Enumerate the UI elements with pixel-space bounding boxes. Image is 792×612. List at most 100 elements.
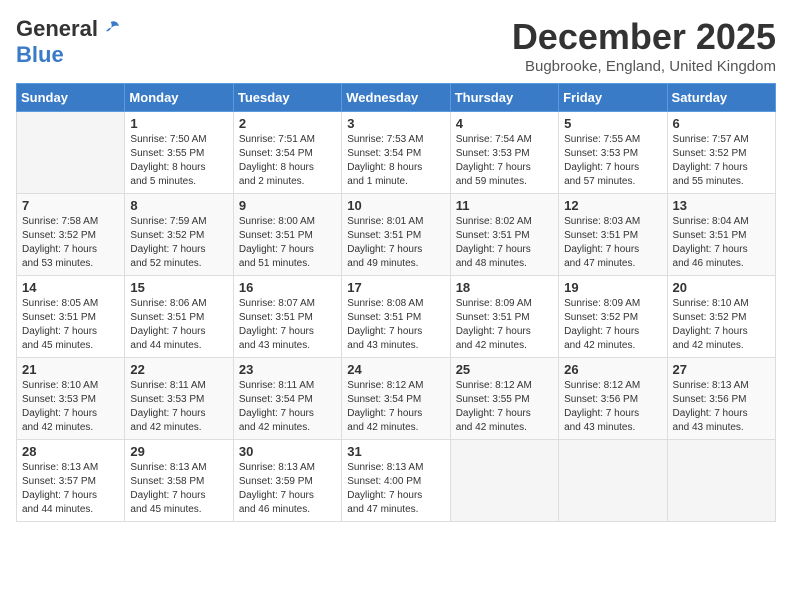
day-cell: 7 Sunrise: 7:58 AM Sunset: 3:52 PM Daylig… xyxy=(17,194,125,276)
day-info: Sunrise: 7:55 AM Sunset: 3:53 PM Dayligh… xyxy=(564,133,661,189)
day-number: 5 xyxy=(564,116,661,131)
page-header: General Blue December 2025 Bugbrooke, En… xyxy=(16,16,776,75)
day-number: 13 xyxy=(673,198,770,213)
day-number: 24 xyxy=(347,362,444,377)
day-info: Sunrise: 8:09 AM Sunset: 3:51 PM Dayligh… xyxy=(456,297,553,353)
day-info: Sunrise: 8:10 AM Sunset: 3:52 PM Dayligh… xyxy=(673,297,770,353)
month-title: December 2025 xyxy=(512,16,776,58)
calendar-table: SundayMondayTuesdayWednesdayThursdayFrid… xyxy=(16,83,776,522)
day-number: 4 xyxy=(456,116,553,131)
day-cell: 18 Sunrise: 8:09 AM Sunset: 3:51 PM Dayli… xyxy=(450,276,558,358)
day-cell: 9 Sunrise: 8:00 AM Sunset: 3:51 PM Daylig… xyxy=(233,194,341,276)
day-number: 26 xyxy=(564,362,661,377)
day-cell: 13 Sunrise: 8:04 AM Sunset: 3:51 PM Dayli… xyxy=(667,194,775,276)
weekday-header-tuesday: Tuesday xyxy=(233,84,341,112)
day-cell: 5 Sunrise: 7:55 AM Sunset: 3:53 PM Daylig… xyxy=(559,112,667,194)
day-info: Sunrise: 7:59 AM Sunset: 3:52 PM Dayligh… xyxy=(130,215,227,271)
day-cell: 26 Sunrise: 8:12 AM Sunset: 3:56 PM Dayli… xyxy=(559,358,667,440)
day-info: Sunrise: 8:03 AM Sunset: 3:51 PM Dayligh… xyxy=(564,215,661,271)
day-cell: 10 Sunrise: 8:01 AM Sunset: 3:51 PM Dayli… xyxy=(342,194,450,276)
day-cell: 17 Sunrise: 8:08 AM Sunset: 3:51 PM Dayli… xyxy=(342,276,450,358)
day-cell: 22 Sunrise: 8:11 AM Sunset: 3:53 PM Dayli… xyxy=(125,358,233,440)
day-number: 8 xyxy=(130,198,227,213)
day-info: Sunrise: 7:58 AM Sunset: 3:52 PM Dayligh… xyxy=(22,215,119,271)
day-cell: 20 Sunrise: 8:10 AM Sunset: 3:52 PM Dayli… xyxy=(667,276,775,358)
day-number: 17 xyxy=(347,280,444,295)
day-cell xyxy=(450,440,558,522)
day-cell: 25 Sunrise: 8:12 AM Sunset: 3:55 PM Dayli… xyxy=(450,358,558,440)
week-row-5: 28Sunrise: 8:13 AM Sunset: 3:57 PM Dayli… xyxy=(17,440,776,522)
day-number: 30 xyxy=(239,444,336,459)
location: Bugbrooke, England, United Kingdom xyxy=(512,58,776,75)
day-number: 16 xyxy=(239,280,336,295)
day-cell: 29Sunrise: 8:13 AM Sunset: 3:58 PM Dayli… xyxy=(125,440,233,522)
day-cell: 30 Sunrise: 8:13 AM Sunset: 3:59 PM Dayli… xyxy=(233,440,341,522)
day-cell: 19Sunrise: 8:09 AM Sunset: 3:52 PM Dayli… xyxy=(559,276,667,358)
day-number: 20 xyxy=(673,280,770,295)
day-number: 23 xyxy=(239,362,336,377)
weekday-header-thursday: Thursday xyxy=(450,84,558,112)
day-cell xyxy=(559,440,667,522)
day-cell: 12 Sunrise: 8:03 AM Sunset: 3:51 PM Dayli… xyxy=(559,194,667,276)
day-info: Sunrise: 8:00 AM Sunset: 3:51 PM Dayligh… xyxy=(239,215,336,271)
day-cell: 24Sunrise: 8:12 AM Sunset: 3:54 PM Dayli… xyxy=(342,358,450,440)
day-info: Sunrise: 8:08 AM Sunset: 3:51 PM Dayligh… xyxy=(347,297,444,353)
day-number: 14 xyxy=(22,280,119,295)
day-cell: 8 Sunrise: 7:59 AM Sunset: 3:52 PM Daylig… xyxy=(125,194,233,276)
day-info: Sunrise: 8:07 AM Sunset: 3:51 PM Dayligh… xyxy=(239,297,336,353)
day-info: Sunrise: 8:01 AM Sunset: 3:51 PM Dayligh… xyxy=(347,215,444,271)
day-cell: 14Sunrise: 8:05 AM Sunset: 3:51 PM Dayli… xyxy=(17,276,125,358)
day-number: 22 xyxy=(130,362,227,377)
day-number: 12 xyxy=(564,198,661,213)
day-cell: 28Sunrise: 8:13 AM Sunset: 3:57 PM Dayli… xyxy=(17,440,125,522)
day-info: Sunrise: 7:57 AM Sunset: 3:52 PM Dayligh… xyxy=(673,133,770,189)
week-row-4: 21 Sunrise: 8:10 AM Sunset: 3:53 PM Dayli… xyxy=(17,358,776,440)
logo-bird-icon xyxy=(100,18,122,40)
day-info: Sunrise: 8:11 AM Sunset: 3:54 PM Dayligh… xyxy=(239,379,336,435)
day-info: Sunrise: 7:51 AM Sunset: 3:54 PM Dayligh… xyxy=(239,133,336,189)
week-row-2: 7 Sunrise: 7:58 AM Sunset: 3:52 PM Daylig… xyxy=(17,194,776,276)
weekday-header-saturday: Saturday xyxy=(667,84,775,112)
day-info: Sunrise: 8:12 AM Sunset: 3:56 PM Dayligh… xyxy=(564,379,661,435)
day-info: Sunrise: 8:10 AM Sunset: 3:53 PM Dayligh… xyxy=(22,379,119,435)
day-cell xyxy=(667,440,775,522)
logo: General Blue xyxy=(16,16,122,68)
weekday-header-monday: Monday xyxy=(125,84,233,112)
day-info: Sunrise: 7:50 AM Sunset: 3:55 PM Dayligh… xyxy=(130,133,227,189)
day-info: Sunrise: 8:04 AM Sunset: 3:51 PM Dayligh… xyxy=(673,215,770,271)
day-number: 7 xyxy=(22,198,119,213)
day-number: 28 xyxy=(22,444,119,459)
day-number: 18 xyxy=(456,280,553,295)
day-number: 3 xyxy=(347,116,444,131)
week-row-1: 1 Sunrise: 7:50 AM Sunset: 3:55 PM Daylig… xyxy=(17,112,776,194)
day-info: Sunrise: 8:12 AM Sunset: 3:55 PM Dayligh… xyxy=(456,379,553,435)
day-cell: 4 Sunrise: 7:54 AM Sunset: 3:53 PM Daylig… xyxy=(450,112,558,194)
day-info: Sunrise: 8:13 AM Sunset: 3:58 PM Dayligh… xyxy=(130,461,227,517)
weekday-header-row: SundayMondayTuesdayWednesdayThursdayFrid… xyxy=(17,84,776,112)
weekday-header-sunday: Sunday xyxy=(17,84,125,112)
day-info: Sunrise: 8:13 AM Sunset: 4:00 PM Dayligh… xyxy=(347,461,444,517)
day-info: Sunrise: 8:13 AM Sunset: 3:59 PM Dayligh… xyxy=(239,461,336,517)
day-number: 10 xyxy=(347,198,444,213)
weekday-header-friday: Friday xyxy=(559,84,667,112)
day-info: Sunrise: 7:53 AM Sunset: 3:54 PM Dayligh… xyxy=(347,133,444,189)
day-number: 11 xyxy=(456,198,553,213)
day-cell: 21 Sunrise: 8:10 AM Sunset: 3:53 PM Dayli… xyxy=(17,358,125,440)
day-cell: 31Sunrise: 8:13 AM Sunset: 4:00 PM Dayli… xyxy=(342,440,450,522)
day-cell: 2Sunrise: 7:51 AM Sunset: 3:54 PM Daylig… xyxy=(233,112,341,194)
day-cell: 11Sunrise: 8:02 AM Sunset: 3:51 PM Dayli… xyxy=(450,194,558,276)
logo-blue: Blue xyxy=(16,42,64,67)
day-number: 9 xyxy=(239,198,336,213)
day-cell: 23 Sunrise: 8:11 AM Sunset: 3:54 PM Dayli… xyxy=(233,358,341,440)
day-number: 21 xyxy=(22,362,119,377)
day-number: 25 xyxy=(456,362,553,377)
day-cell: 1 Sunrise: 7:50 AM Sunset: 3:55 PM Daylig… xyxy=(125,112,233,194)
day-number: 27 xyxy=(673,362,770,377)
day-info: Sunrise: 8:11 AM Sunset: 3:53 PM Dayligh… xyxy=(130,379,227,435)
day-cell: 16 Sunrise: 8:07 AM Sunset: 3:51 PM Dayli… xyxy=(233,276,341,358)
day-info: Sunrise: 7:54 AM Sunset: 3:53 PM Dayligh… xyxy=(456,133,553,189)
day-cell: 15Sunrise: 8:06 AM Sunset: 3:51 PM Dayli… xyxy=(125,276,233,358)
day-number: 1 xyxy=(130,116,227,131)
weekday-header-wednesday: Wednesday xyxy=(342,84,450,112)
day-info: Sunrise: 8:13 AM Sunset: 3:56 PM Dayligh… xyxy=(673,379,770,435)
